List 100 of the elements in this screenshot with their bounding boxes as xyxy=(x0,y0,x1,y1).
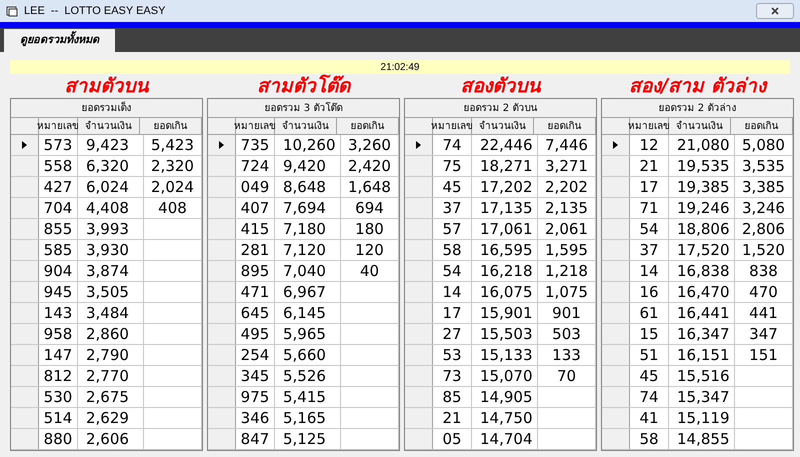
table-cell: 585 xyxy=(39,240,78,260)
column-header[interactable]: ยอดเกิน xyxy=(337,118,399,134)
row-header[interactable] xyxy=(602,135,630,155)
table-cell: 281 xyxy=(236,240,275,260)
table-cell: 18,271 xyxy=(472,156,538,176)
table-cell: 14,905 xyxy=(472,387,538,407)
table-cell: 74 xyxy=(630,387,669,407)
table-cell: 151 xyxy=(735,345,793,365)
table-cell: 3,385 xyxy=(735,177,793,197)
table-cell: 6,320 xyxy=(78,156,144,176)
table-cell: 15,133 xyxy=(472,345,538,365)
table-cell: 21 xyxy=(433,408,472,428)
column-header[interactable]: หมายเลข xyxy=(630,118,669,134)
table-cell: 10,260 xyxy=(275,135,341,155)
table-cell: 1,218 xyxy=(538,261,596,281)
table-cell: 8,648 xyxy=(275,177,341,197)
table-cell: 21 xyxy=(630,156,669,176)
tab[interactable]: ดูยอดรวมทั้งหมด xyxy=(4,29,115,52)
row-pointer-icon xyxy=(613,141,618,149)
row-header[interactable] xyxy=(405,135,433,155)
table-cell: 6,024 xyxy=(78,177,144,197)
column-header[interactable]: จำนวนเงิน xyxy=(669,118,731,134)
section-heading: สามตัวบน xyxy=(64,76,148,96)
table-cell: 880 xyxy=(39,429,78,449)
column-header[interactable]: จำนวนเงิน xyxy=(275,118,337,134)
table-cell: 17 xyxy=(433,303,472,323)
table-cell: 3,271 xyxy=(538,156,596,176)
table-cell: 503 xyxy=(538,324,596,344)
table-cell: 9,423 xyxy=(78,135,144,155)
table-cell: 347 xyxy=(735,324,793,344)
table-cell: 16,347 xyxy=(669,324,735,344)
table-cell: 1,648 xyxy=(341,177,399,197)
table-cell: 5,125 xyxy=(275,429,341,449)
table-cell: 724 xyxy=(236,156,275,176)
table-cell: 19,385 xyxy=(669,177,735,197)
table-cell: 2,606 xyxy=(78,429,144,449)
table-cell: 6,967 xyxy=(275,282,341,302)
table-cell: 904 xyxy=(39,261,78,281)
column-header[interactable]: จำนวนเงิน xyxy=(472,118,534,134)
close-button[interactable] xyxy=(756,3,794,19)
table-cell: 61 xyxy=(630,303,669,323)
table-cell: 2,420 xyxy=(341,156,399,176)
table-cell: 346 xyxy=(236,408,275,428)
table-cell: 7,120 xyxy=(275,240,341,260)
table-cell: 15,070 xyxy=(472,366,538,386)
table-cell: 147 xyxy=(39,345,78,365)
table-cell: 15,119 xyxy=(669,408,735,428)
table-cell: 838 xyxy=(735,261,793,281)
table-cell: 5,965 xyxy=(275,324,341,344)
table-cell: 2,860 xyxy=(78,324,144,344)
table-cell: 2,806 xyxy=(735,219,793,239)
row-pointer-icon xyxy=(219,141,224,149)
column-header[interactable]: หมายเลข xyxy=(433,118,472,134)
grid-caption: ยอดรวม 3 ตัวโต๊ด xyxy=(208,99,399,118)
table-cell: 7,694 xyxy=(275,198,341,218)
row-pointer-icon xyxy=(416,141,421,149)
table-cell: 495 xyxy=(236,324,275,344)
table-cell: 408 xyxy=(144,198,202,218)
table-cell: 180 xyxy=(341,219,399,239)
table-cell: 05 xyxy=(433,429,472,449)
table-cell: 7,040 xyxy=(275,261,341,281)
table-cell: 16,595 xyxy=(472,240,538,260)
row-header[interactable] xyxy=(208,135,236,155)
table-cell: 15,516 xyxy=(669,366,735,386)
column-header[interactable]: ยอดเกิน xyxy=(731,118,793,134)
table-cell: 45 xyxy=(630,366,669,386)
table-cell: 645 xyxy=(236,303,275,323)
table-cell: 14,704 xyxy=(472,429,538,449)
section-heading: สอง/สาม ตัวล่าง xyxy=(629,76,766,96)
table-cell: 3,505 xyxy=(78,282,144,302)
row-header[interactable] xyxy=(11,135,39,155)
window-title: LEE -- LOTTO EASY EASY xyxy=(24,4,166,19)
column-header[interactable]: หมายเลข xyxy=(236,118,275,134)
table-cell: 37 xyxy=(630,240,669,260)
table-cell: 15,901 xyxy=(472,303,538,323)
column-header[interactable]: จำนวนเงิน xyxy=(78,118,140,134)
table-cell: 3,260 xyxy=(341,135,399,155)
section-heading: สามตัวโต๊ด xyxy=(257,76,350,96)
table-cell: 9,420 xyxy=(275,156,341,176)
table-cell: 70 xyxy=(538,366,596,386)
grid-caption: ยอดรวม 2 ตัวบน xyxy=(405,99,596,118)
table-cell: 19,535 xyxy=(669,156,735,176)
table-cell: 5,526 xyxy=(275,366,341,386)
column-header[interactable]: หมายเลข xyxy=(39,118,78,134)
table-cell: 27 xyxy=(433,324,472,344)
column-header[interactable]: ยอดเกิน xyxy=(534,118,596,134)
table-cell: 441 xyxy=(735,303,793,323)
table-cell: 2,024 xyxy=(144,177,202,197)
column-header[interactable]: ยอดเกิน xyxy=(140,118,202,134)
table-cell: 54 xyxy=(630,219,669,239)
table-cell: 17,202 xyxy=(472,177,538,197)
table-cell: 17 xyxy=(630,177,669,197)
table-cell: 5,660 xyxy=(275,345,341,365)
table-cell: 847 xyxy=(236,429,275,449)
table-cell: 427 xyxy=(39,177,78,197)
table-cell: 2,770 xyxy=(78,366,144,386)
table-cell: 735 xyxy=(236,135,275,155)
table-cell: 17,135 xyxy=(472,198,538,218)
table-cell: 73 xyxy=(433,366,472,386)
table-cell: 45 xyxy=(433,177,472,197)
